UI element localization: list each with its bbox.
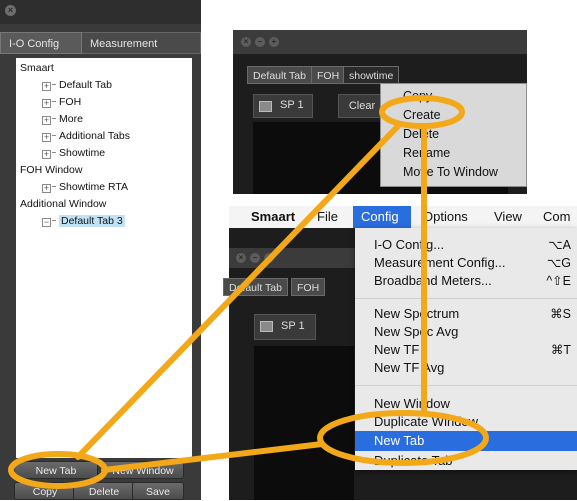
highlight-ellipse-create xyxy=(379,95,465,129)
connector-line-new-tab xyxy=(101,441,325,473)
annotation-overlay xyxy=(8,95,489,489)
connector-line-create xyxy=(75,121,403,460)
highlight-ellipse-new-tab-menu xyxy=(317,410,489,466)
highlight-ellipse-new-tab-button xyxy=(8,451,108,489)
